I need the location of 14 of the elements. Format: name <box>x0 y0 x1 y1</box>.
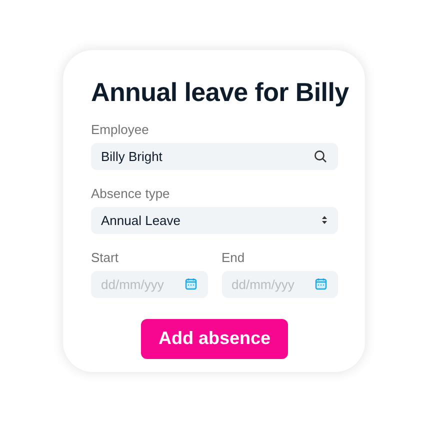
date-field[interactable]: dd/mm/yyy <box>91 270 208 298</box>
calendar-icon <box>184 278 196 290</box>
add-absence-button[interactable]: Add absence <box>141 318 288 359</box>
date-field[interactable]: dd/mm/yyy <box>222 270 338 298</box>
form-title: Annual leave for Billy <box>91 76 350 109</box>
calendar-icon <box>315 278 327 290</box>
field-label: End <box>222 250 246 265</box>
field-label: Employee <box>91 122 150 137</box>
field-label: Start <box>91 250 120 265</box>
search-icon <box>314 150 327 163</box>
absence-type-select[interactable]: Annual Leave <box>91 206 338 234</box>
sort-icon <box>321 215 328 226</box>
field-label: Absence type <box>91 186 171 201</box>
employee-field[interactable]: Billy Bright <box>91 142 338 170</box>
